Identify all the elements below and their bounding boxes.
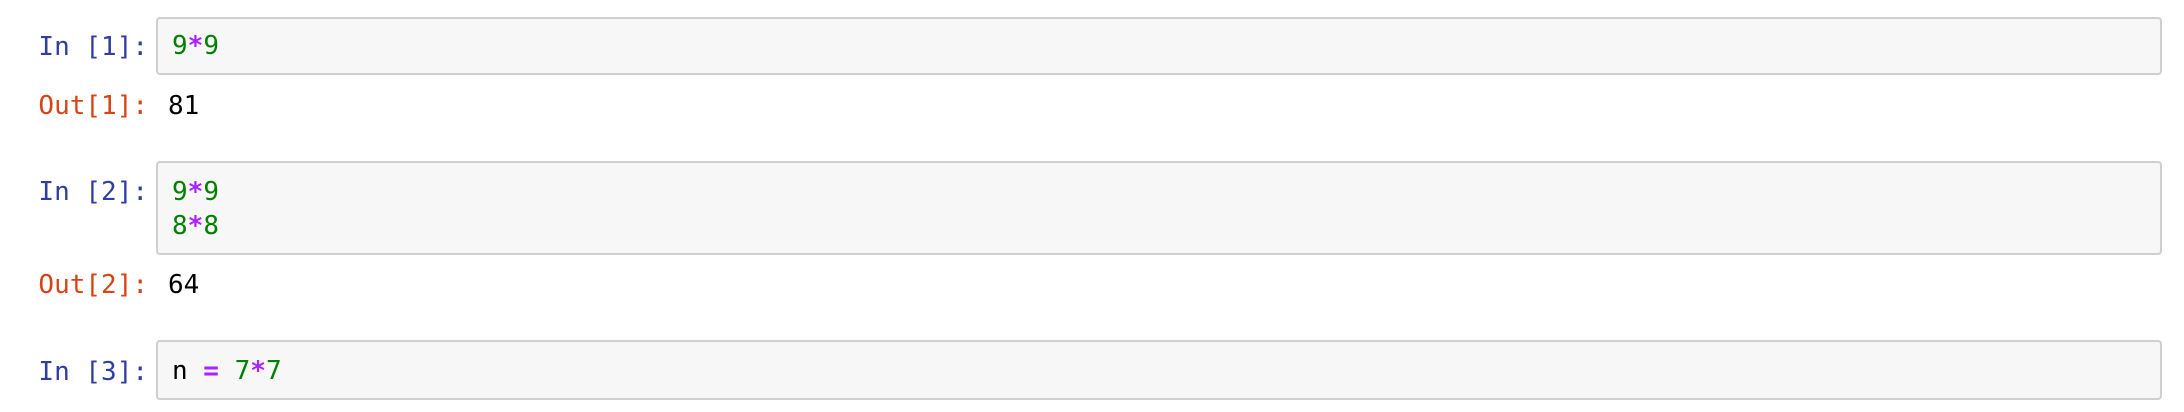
input-prompt: In [1]: [38, 32, 148, 62]
input-prompt: In [2]: [38, 177, 148, 207]
number-token: 9 [172, 177, 188, 207]
cell-output: 64 [168, 270, 200, 300]
operator-token: * [187, 31, 204, 61]
code-line: 8*8 [172, 209, 219, 243]
number-token: 9 [203, 31, 219, 61]
code-cell-input[interactable]: 9*9 8*8 [156, 161, 2162, 255]
number-token: 7 [265, 356, 282, 386]
output-prompt: Out[1]: [38, 91, 148, 121]
number-token: 9 [172, 31, 188, 61]
number-token: 7 [234, 356, 251, 386]
output-prompt: Out[2]: [38, 270, 148, 300]
code-line: 9*9 [172, 175, 219, 209]
input-prompt: In [3]: [38, 357, 148, 387]
variable-token: n [172, 356, 188, 386]
number-token: 9 [203, 177, 219, 207]
operator-token: * [187, 177, 204, 207]
notebook: In [1]: 9*9 Out[1]: 81 In [2]: 9*9 8*8 O… [0, 0, 2184, 412]
cell-output: 81 [168, 91, 200, 121]
code-cell-input[interactable]: n = 7*7 [156, 340, 2162, 400]
operator-token: * [250, 356, 266, 386]
number-token: 8 [203, 211, 219, 241]
code-line: n = 7*7 [172, 354, 282, 388]
code-line: 9*9 [172, 29, 219, 63]
number-token: 8 [172, 211, 188, 241]
assign-operator-token: = [187, 356, 235, 386]
code-cell-input[interactable]: 9*9 [156, 17, 2162, 75]
operator-token: * [187, 211, 204, 241]
